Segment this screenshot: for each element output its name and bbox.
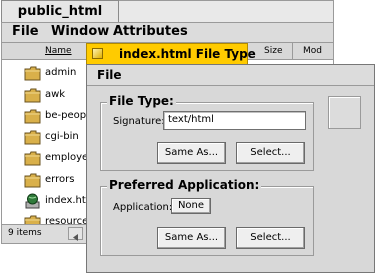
file-type-icon-well[interactable] bbox=[328, 96, 361, 129]
menu-file[interactable]: File bbox=[12, 24, 39, 39]
tracker-title-tab[interactable]: public_html bbox=[1, 0, 119, 22]
signature-label: Signature: bbox=[113, 116, 165, 127]
close-icon[interactable] bbox=[92, 48, 103, 59]
list-item[interactable]: employe bbox=[2, 148, 89, 170]
column-modified[interactable]: Mod bbox=[303, 46, 322, 56]
folder-icon bbox=[24, 130, 41, 145]
folder-icon bbox=[24, 66, 41, 81]
file-name: awk bbox=[45, 89, 66, 100]
file-name: employe bbox=[45, 152, 89, 163]
folder-icon bbox=[24, 173, 41, 188]
list-item[interactable]: errors bbox=[2, 170, 87, 192]
column-name[interactable]: Name bbox=[45, 46, 72, 56]
folder-icon bbox=[24, 151, 41, 166]
list-item[interactable]: be-peop bbox=[2, 106, 87, 128]
application-popup[interactable]: None bbox=[171, 198, 211, 214]
file-name: admin bbox=[45, 67, 77, 78]
tracker-title: public_html bbox=[17, 4, 103, 19]
menu-attributes[interactable]: Attributes bbox=[113, 24, 188, 39]
preferred-application-label: Preferred Application: bbox=[107, 178, 262, 192]
file-name: cgi-bin bbox=[45, 131, 79, 142]
column-divider bbox=[292, 43, 293, 59]
list-item[interactable]: awk bbox=[2, 85, 87, 107]
list-item[interactable]: index.ht bbox=[2, 191, 87, 213]
file-type-title: index.html File Type bbox=[119, 47, 256, 61]
file-name: be-peop bbox=[45, 110, 87, 121]
select-button[interactable]: Select... bbox=[236, 142, 305, 164]
file-type-menubar: File bbox=[87, 65, 374, 86]
folder-icon bbox=[24, 109, 41, 124]
menu-window[interactable]: Window bbox=[51, 24, 109, 39]
list-item[interactable]: cgi-bin bbox=[2, 127, 87, 149]
list-item[interactable]: admin bbox=[2, 63, 87, 85]
folder-icon bbox=[24, 88, 41, 103]
file-type-title-tab[interactable]: index.html File Type bbox=[86, 43, 256, 64]
signature-field[interactable]: text/html bbox=[163, 111, 306, 130]
same-as-button[interactable]: Same As... bbox=[157, 142, 226, 164]
scroll-left-button[interactable] bbox=[68, 227, 83, 241]
file-name: index.ht bbox=[45, 195, 86, 206]
html-file-icon bbox=[25, 193, 40, 209]
menu-file[interactable]: File bbox=[97, 68, 122, 82]
item-count: 9 items bbox=[8, 228, 42, 238]
file-type-group-label: File Type: bbox=[107, 94, 176, 108]
file-name: errors bbox=[45, 174, 75, 185]
tracker-menubar: File Window Attributes bbox=[2, 22, 333, 43]
column-size[interactable]: Size bbox=[264, 46, 282, 56]
select-button-2[interactable]: Select... bbox=[236, 227, 305, 249]
file-type-window: File File Type: Signature: text/html Sam… bbox=[86, 64, 375, 273]
same-as-button-2[interactable]: Same As... bbox=[157, 227, 226, 249]
application-label: Application: bbox=[113, 202, 173, 213]
arrow-left-icon bbox=[73, 234, 78, 241]
